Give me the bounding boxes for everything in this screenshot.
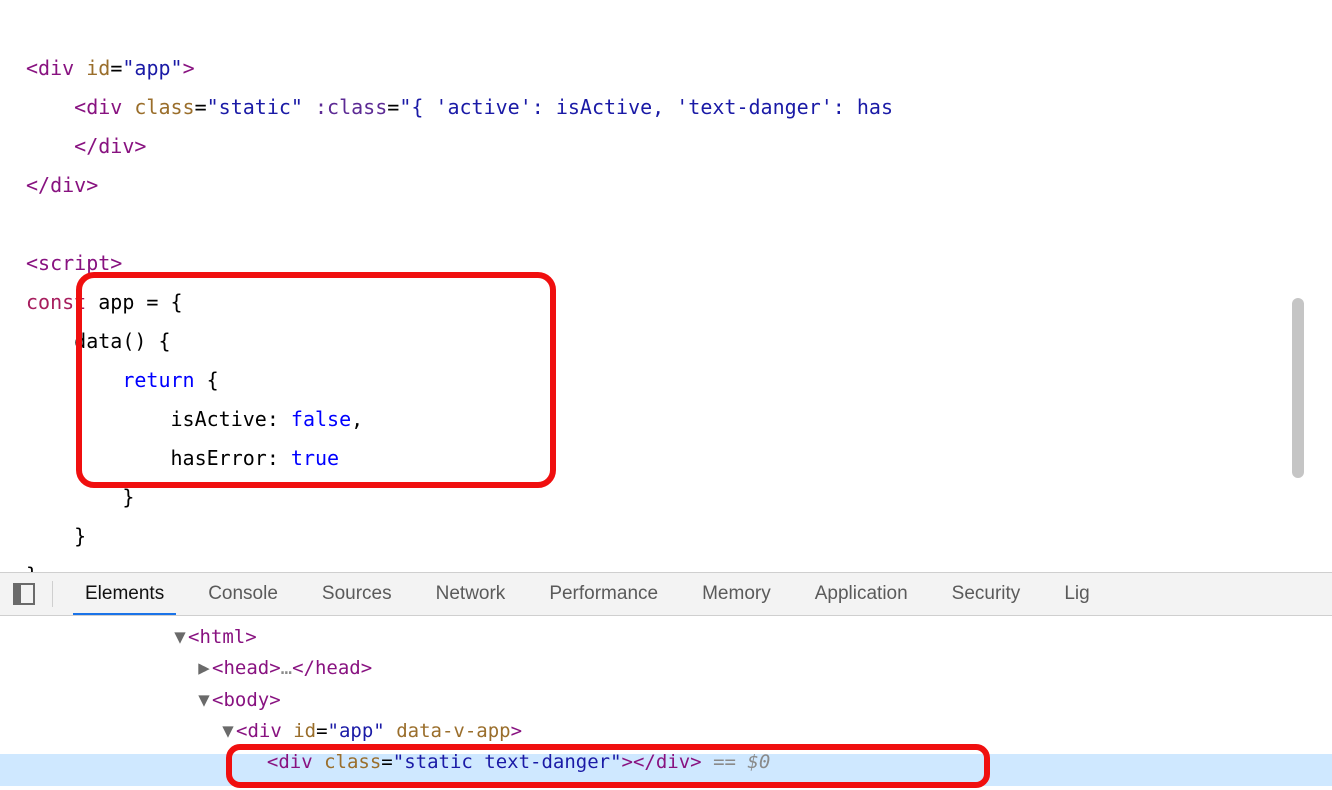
tab-label: Performance xyxy=(549,583,658,605)
tab-label: Console xyxy=(208,583,278,605)
dom-row-app[interactable]: ▼<div id="app" data-v-app> xyxy=(172,716,1332,747)
tabbar-divider xyxy=(52,581,53,607)
dom-token: = xyxy=(316,720,327,742)
dom-token: </head> xyxy=(292,657,372,679)
dom-token: <div xyxy=(236,720,293,742)
dom-token: </div> xyxy=(633,751,702,773)
devtools-tabbar: Elements Console Sources Network Perform… xyxy=(0,572,1332,616)
dom-row-selected[interactable]: <div class="static text-danger"></div> =… xyxy=(172,747,1332,778)
dom-ellipsis: … xyxy=(281,657,292,679)
dom-token: = xyxy=(381,751,392,773)
code-token: app = { xyxy=(86,290,182,314)
code-token: data() { xyxy=(26,329,171,353)
tab-elements[interactable]: Elements xyxy=(63,573,186,615)
code-token: = xyxy=(387,95,399,119)
code-token: "static" xyxy=(207,95,303,119)
tab-memory[interactable]: Memory xyxy=(680,573,793,615)
code-token: true xyxy=(291,446,339,470)
code-token: false xyxy=(291,407,351,431)
code-token: <div xyxy=(26,56,86,80)
dom-row-head[interactable]: ▶<head>…</head> xyxy=(172,653,1332,684)
code-token: "{ 'active': isActive, 'text-danger': ha… xyxy=(399,95,893,119)
code-token: const xyxy=(26,290,86,314)
code-token: = xyxy=(110,56,122,80)
dom-token: class xyxy=(324,751,381,773)
dom-token: id xyxy=(293,720,316,742)
scroll-thumb[interactable] xyxy=(1292,298,1304,478)
code-token: return xyxy=(122,368,194,392)
code-token: = xyxy=(195,95,207,119)
dom-token: > xyxy=(511,720,522,742)
source-code-pane: <div id="app"> <div class="static" :clas… xyxy=(0,0,1332,572)
dom-row-body[interactable]: ▼<body> xyxy=(172,685,1332,716)
dom-row-html[interactable]: ▼<html> xyxy=(172,622,1332,653)
tab-sources[interactable]: Sources xyxy=(300,573,414,615)
code-token: <div xyxy=(26,95,134,119)
dom-token: <html> xyxy=(188,626,257,648)
dom-token: "app" xyxy=(328,720,385,742)
code-token: , xyxy=(351,407,363,431)
code-token: </div> xyxy=(26,173,98,197)
tab-label: Application xyxy=(815,583,908,605)
tab-performance[interactable]: Performance xyxy=(527,573,680,615)
tab-application[interactable]: Application xyxy=(793,573,930,615)
code-token: hasError: xyxy=(26,446,291,470)
dom-token: <div xyxy=(267,751,324,773)
dom-token: > xyxy=(622,751,633,773)
code-token: class xyxy=(134,95,194,119)
code-token xyxy=(303,95,315,119)
code-token: } xyxy=(26,563,38,572)
dom-token xyxy=(385,720,396,742)
expand-toggle-icon[interactable]: ▼ xyxy=(172,622,188,653)
tab-console[interactable]: Console xyxy=(186,573,300,615)
code-token: > xyxy=(183,56,195,80)
tab-label: Network xyxy=(436,583,506,605)
selected-dollar-zero: == $0 xyxy=(702,751,771,773)
expand-toggle-icon[interactable]: ▶ xyxy=(196,653,212,684)
expand-toggle-icon[interactable]: ▼ xyxy=(220,716,236,747)
code-token: :class xyxy=(315,95,387,119)
code-token: id xyxy=(86,56,110,80)
code-token: } xyxy=(26,524,86,548)
elements-dom-tree[interactable]: ▼<html> ▶<head>…</head> ▼<body> ▼<div id… xyxy=(0,616,1332,790)
right-gutter xyxy=(1282,10,1326,566)
dom-token: <body> xyxy=(212,689,281,711)
code-token: "app" xyxy=(122,56,182,80)
code-token xyxy=(26,368,122,392)
code-token: <script> xyxy=(26,251,122,275)
tab-lighthouse[interactable]: Lig xyxy=(1042,573,1111,615)
code-token: </div> xyxy=(26,134,146,158)
code-token: isActive: xyxy=(26,407,291,431)
tab-network[interactable]: Network xyxy=(414,573,528,615)
tab-label: Sources xyxy=(322,583,392,605)
dom-token: "static text-danger" xyxy=(393,751,622,773)
dom-token: <head> xyxy=(212,657,281,679)
tab-label: Security xyxy=(952,583,1021,605)
expand-toggle-icon[interactable]: ▼ xyxy=(196,685,212,716)
tab-security[interactable]: Security xyxy=(930,573,1043,615)
tab-label: Memory xyxy=(702,583,771,605)
dock-side-icon[interactable] xyxy=(10,580,38,608)
code-token: { xyxy=(195,368,219,392)
tab-label: Elements xyxy=(85,583,164,605)
code-token: } xyxy=(26,485,134,509)
dom-token: data-v-app xyxy=(396,720,510,742)
tab-label: Lig xyxy=(1064,583,1089,605)
